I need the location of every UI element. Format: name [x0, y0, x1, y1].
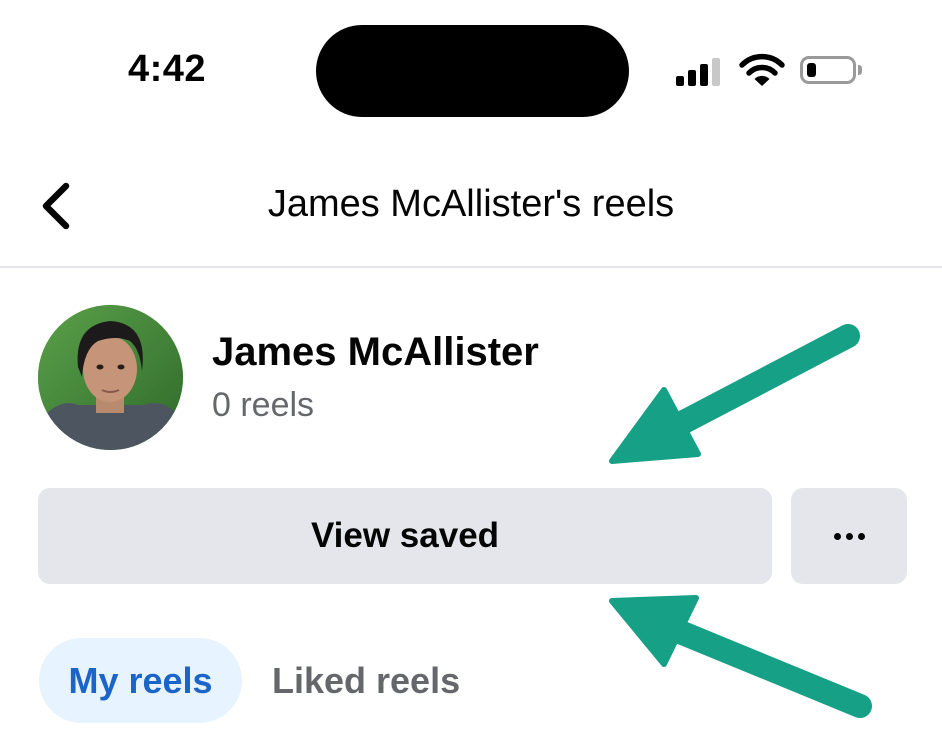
cellular-signal-icon	[676, 56, 724, 86]
tab-liked-reels[interactable]: Liked reels	[258, 638, 474, 723]
view-saved-button[interactable]: View saved	[38, 488, 772, 584]
reels-screen: 4:42 James McAllister's reels James McAl…	[0, 0, 942, 742]
status-time: 4:42	[128, 48, 207, 90]
header-divider	[0, 266, 942, 268]
profile-name: James McAllister	[212, 330, 539, 374]
page-title: James McAllister's reels	[267, 183, 675, 225]
dynamic-island	[316, 25, 629, 117]
tab-my-reels[interactable]: My reels	[39, 638, 242, 723]
avatar-photo	[38, 305, 183, 450]
annotation-arrow-upper	[609, 324, 860, 464]
ellipsis-icon	[831, 527, 867, 545]
battery-level	[807, 63, 816, 77]
wifi-icon	[739, 53, 785, 86]
battery-icon	[800, 56, 856, 84]
annotation-arrow-lower	[609, 595, 872, 718]
more-options-button[interactable]	[791, 488, 907, 584]
battery-cap	[858, 65, 862, 75]
avatar[interactable]	[38, 305, 183, 450]
reel-count: 0 reels	[212, 386, 315, 424]
